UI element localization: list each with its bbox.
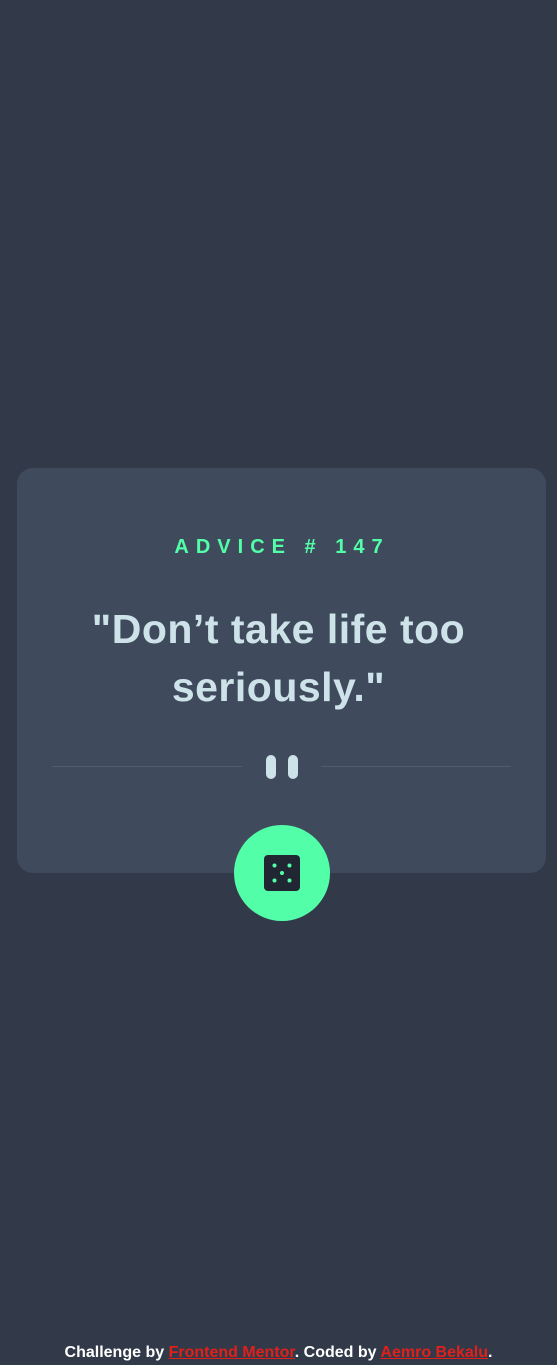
attribution-suffix: . [488,1344,493,1361]
advice-id-label: ADVICE # 147 [174,536,390,558]
divider-line-right [321,766,511,767]
new-advice-button[interactable] [234,825,330,921]
attribution-challenge-text: Challenge by [64,1344,169,1361]
frontend-mentor-link[interactable]: Frontend Mentor [169,1344,295,1361]
attribution-coded-text: . Coded by [294,1344,381,1361]
author-link[interactable]: Aemro Bekalu [380,1344,488,1361]
dice-icon [264,855,300,891]
pause-icon [266,755,298,779]
divider-line-left [52,766,242,767]
attribution: Challenge by Frontend Mentor. Coded by A… [0,1342,557,1364]
advice-quote: "Don’t take life too seriously." [91,606,466,710]
pattern-divider [52,750,511,784]
